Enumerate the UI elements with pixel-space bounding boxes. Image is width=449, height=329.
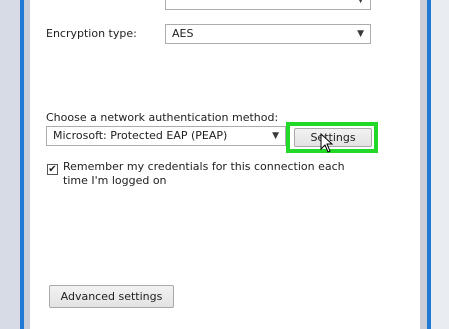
remember-credentials-label-line2: time I'm logged on xyxy=(63,174,167,187)
encryption-type-value: AES xyxy=(172,27,194,40)
advanced-settings-button[interactable]: Advanced settings xyxy=(49,285,174,308)
auth-method-label: Choose a network authentication method: xyxy=(46,111,279,124)
encryption-type-label: Encryption type: xyxy=(46,27,137,40)
encryption-type-select[interactable]: AES ▼ xyxy=(165,24,371,44)
mouse-pointer-icon xyxy=(320,133,334,153)
window-left-edge xyxy=(0,0,30,329)
window-right-edge xyxy=(420,0,449,329)
remember-credentials-label-line1: Remember my credentials for this connect… xyxy=(63,160,345,173)
auth-method-select[interactable]: Microsoft: Protected EAP (PEAP) ▼ xyxy=(46,126,286,146)
advanced-settings-label: Advanced settings xyxy=(60,290,163,303)
check-icon: ✔ xyxy=(48,164,57,175)
security-type-select[interactable]: ▼ xyxy=(165,0,371,10)
security-settings-panel: ▼ Encryption type: AES ▼ Choose a networ… xyxy=(30,0,420,329)
chevron-down-icon: ▼ xyxy=(272,131,279,141)
auth-method-value: Microsoft: Protected EAP (PEAP) xyxy=(53,129,228,142)
chevron-down-icon: ▼ xyxy=(357,29,364,39)
chevron-down-icon: ▼ xyxy=(357,0,364,5)
remember-credentials-checkbox[interactable]: ✔ xyxy=(47,164,58,175)
